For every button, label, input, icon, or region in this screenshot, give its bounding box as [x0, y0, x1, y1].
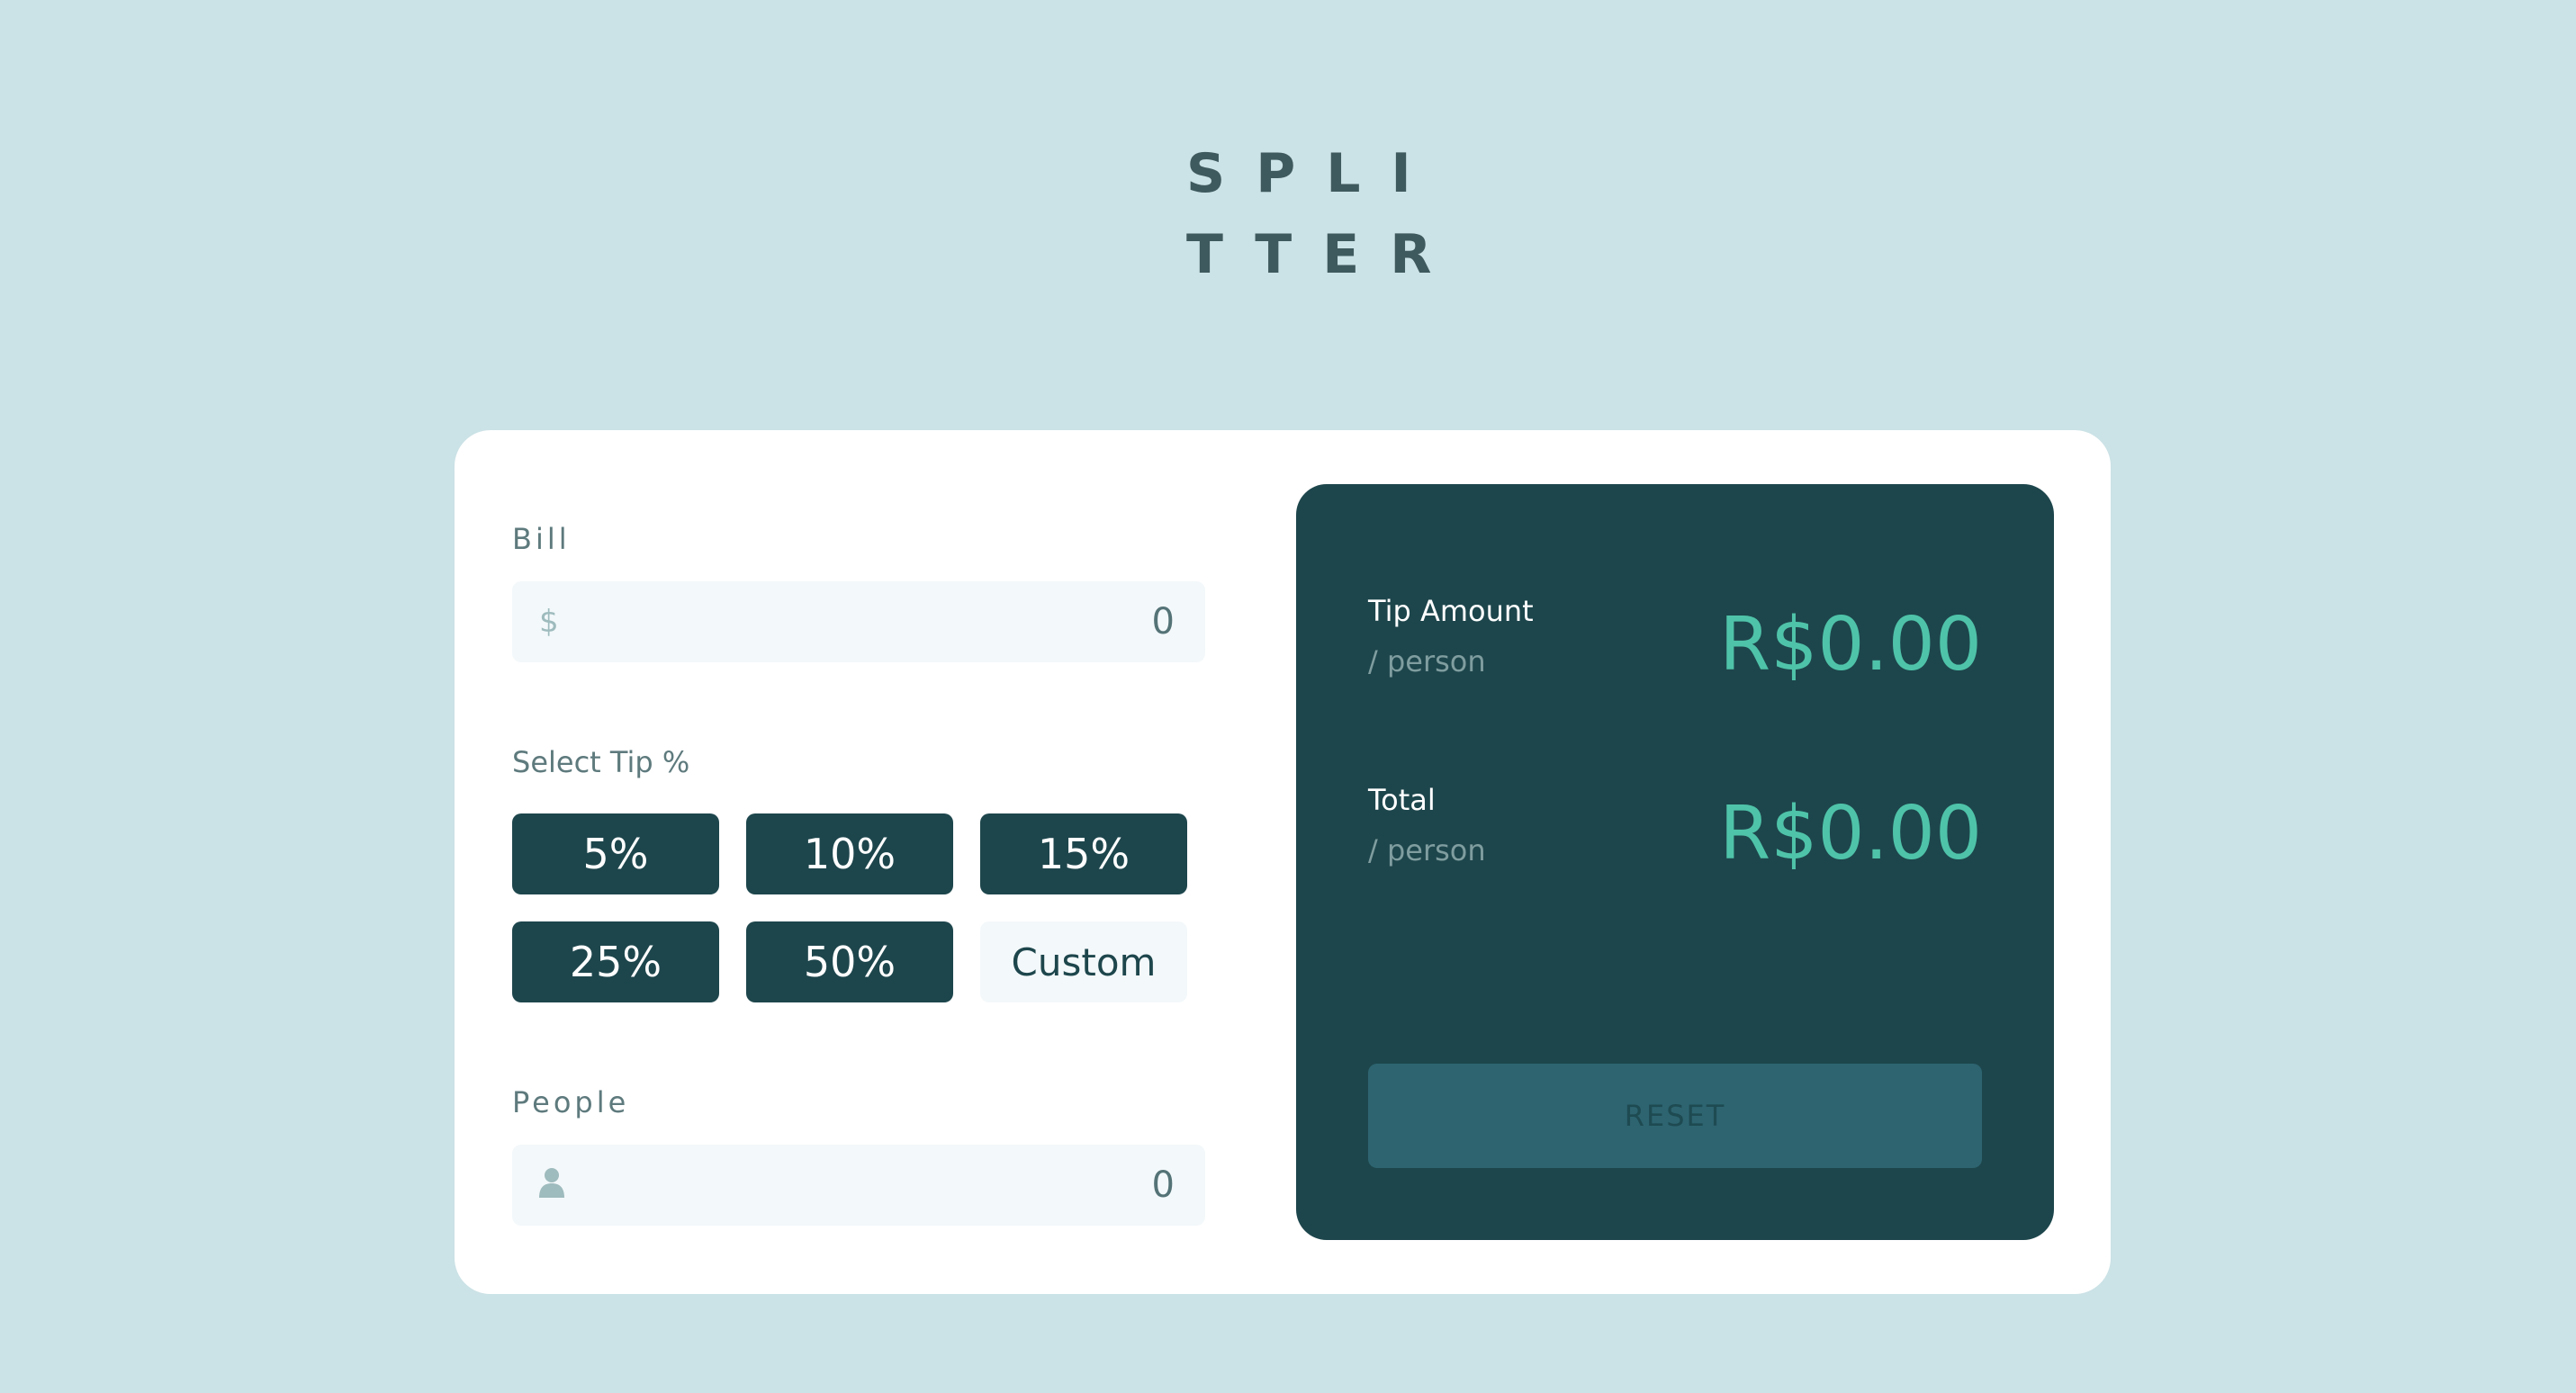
result-panel: Tip Amount / person R$0.00 Total / perso…	[1296, 484, 2054, 1240]
tip-50-button[interactable]: 50%	[746, 921, 953, 1002]
people-value: 0	[1151, 1164, 1175, 1206]
person-icon	[539, 1167, 564, 1203]
bill-label: Bill	[512, 522, 571, 556]
tip-10-button[interactable]: 10%	[746, 813, 953, 894]
calculator-card: Bill $ 0 Select Tip % 5% 10% 15% 25% 50%…	[455, 430, 2111, 1294]
logo-line-2: TTER	[1186, 223, 1463, 286]
reset-button[interactable]: RESET	[1368, 1064, 1982, 1168]
people-label: People	[512, 1085, 630, 1119]
tip-15-button[interactable]: 15%	[980, 813, 1187, 894]
total-per-person: / person	[1368, 833, 1486, 867]
tip-amount-label: Tip Amount	[1368, 594, 1534, 628]
custom-tip-input[interactable]: Custom	[980, 921, 1187, 1002]
tip-amount-per-person: / person	[1368, 644, 1486, 679]
bill-value: 0	[1151, 601, 1175, 643]
total-value: R$0.00	[1719, 791, 1982, 876]
logo-line-1: SPLI	[1186, 142, 1442, 205]
app-logo: SPLI TTER	[1186, 133, 1456, 295]
tip-5-button[interactable]: 5%	[512, 813, 719, 894]
total-label: Total	[1368, 783, 1436, 817]
select-tip-label: Select Tip %	[512, 745, 690, 779]
bill-input[interactable]: $ 0	[512, 581, 1205, 662]
tip-25-button[interactable]: 25%	[512, 921, 719, 1002]
tip-amount-value: R$0.00	[1719, 602, 1982, 688]
people-input[interactable]: 0	[512, 1145, 1205, 1226]
dollar-icon: $	[539, 604, 559, 640]
